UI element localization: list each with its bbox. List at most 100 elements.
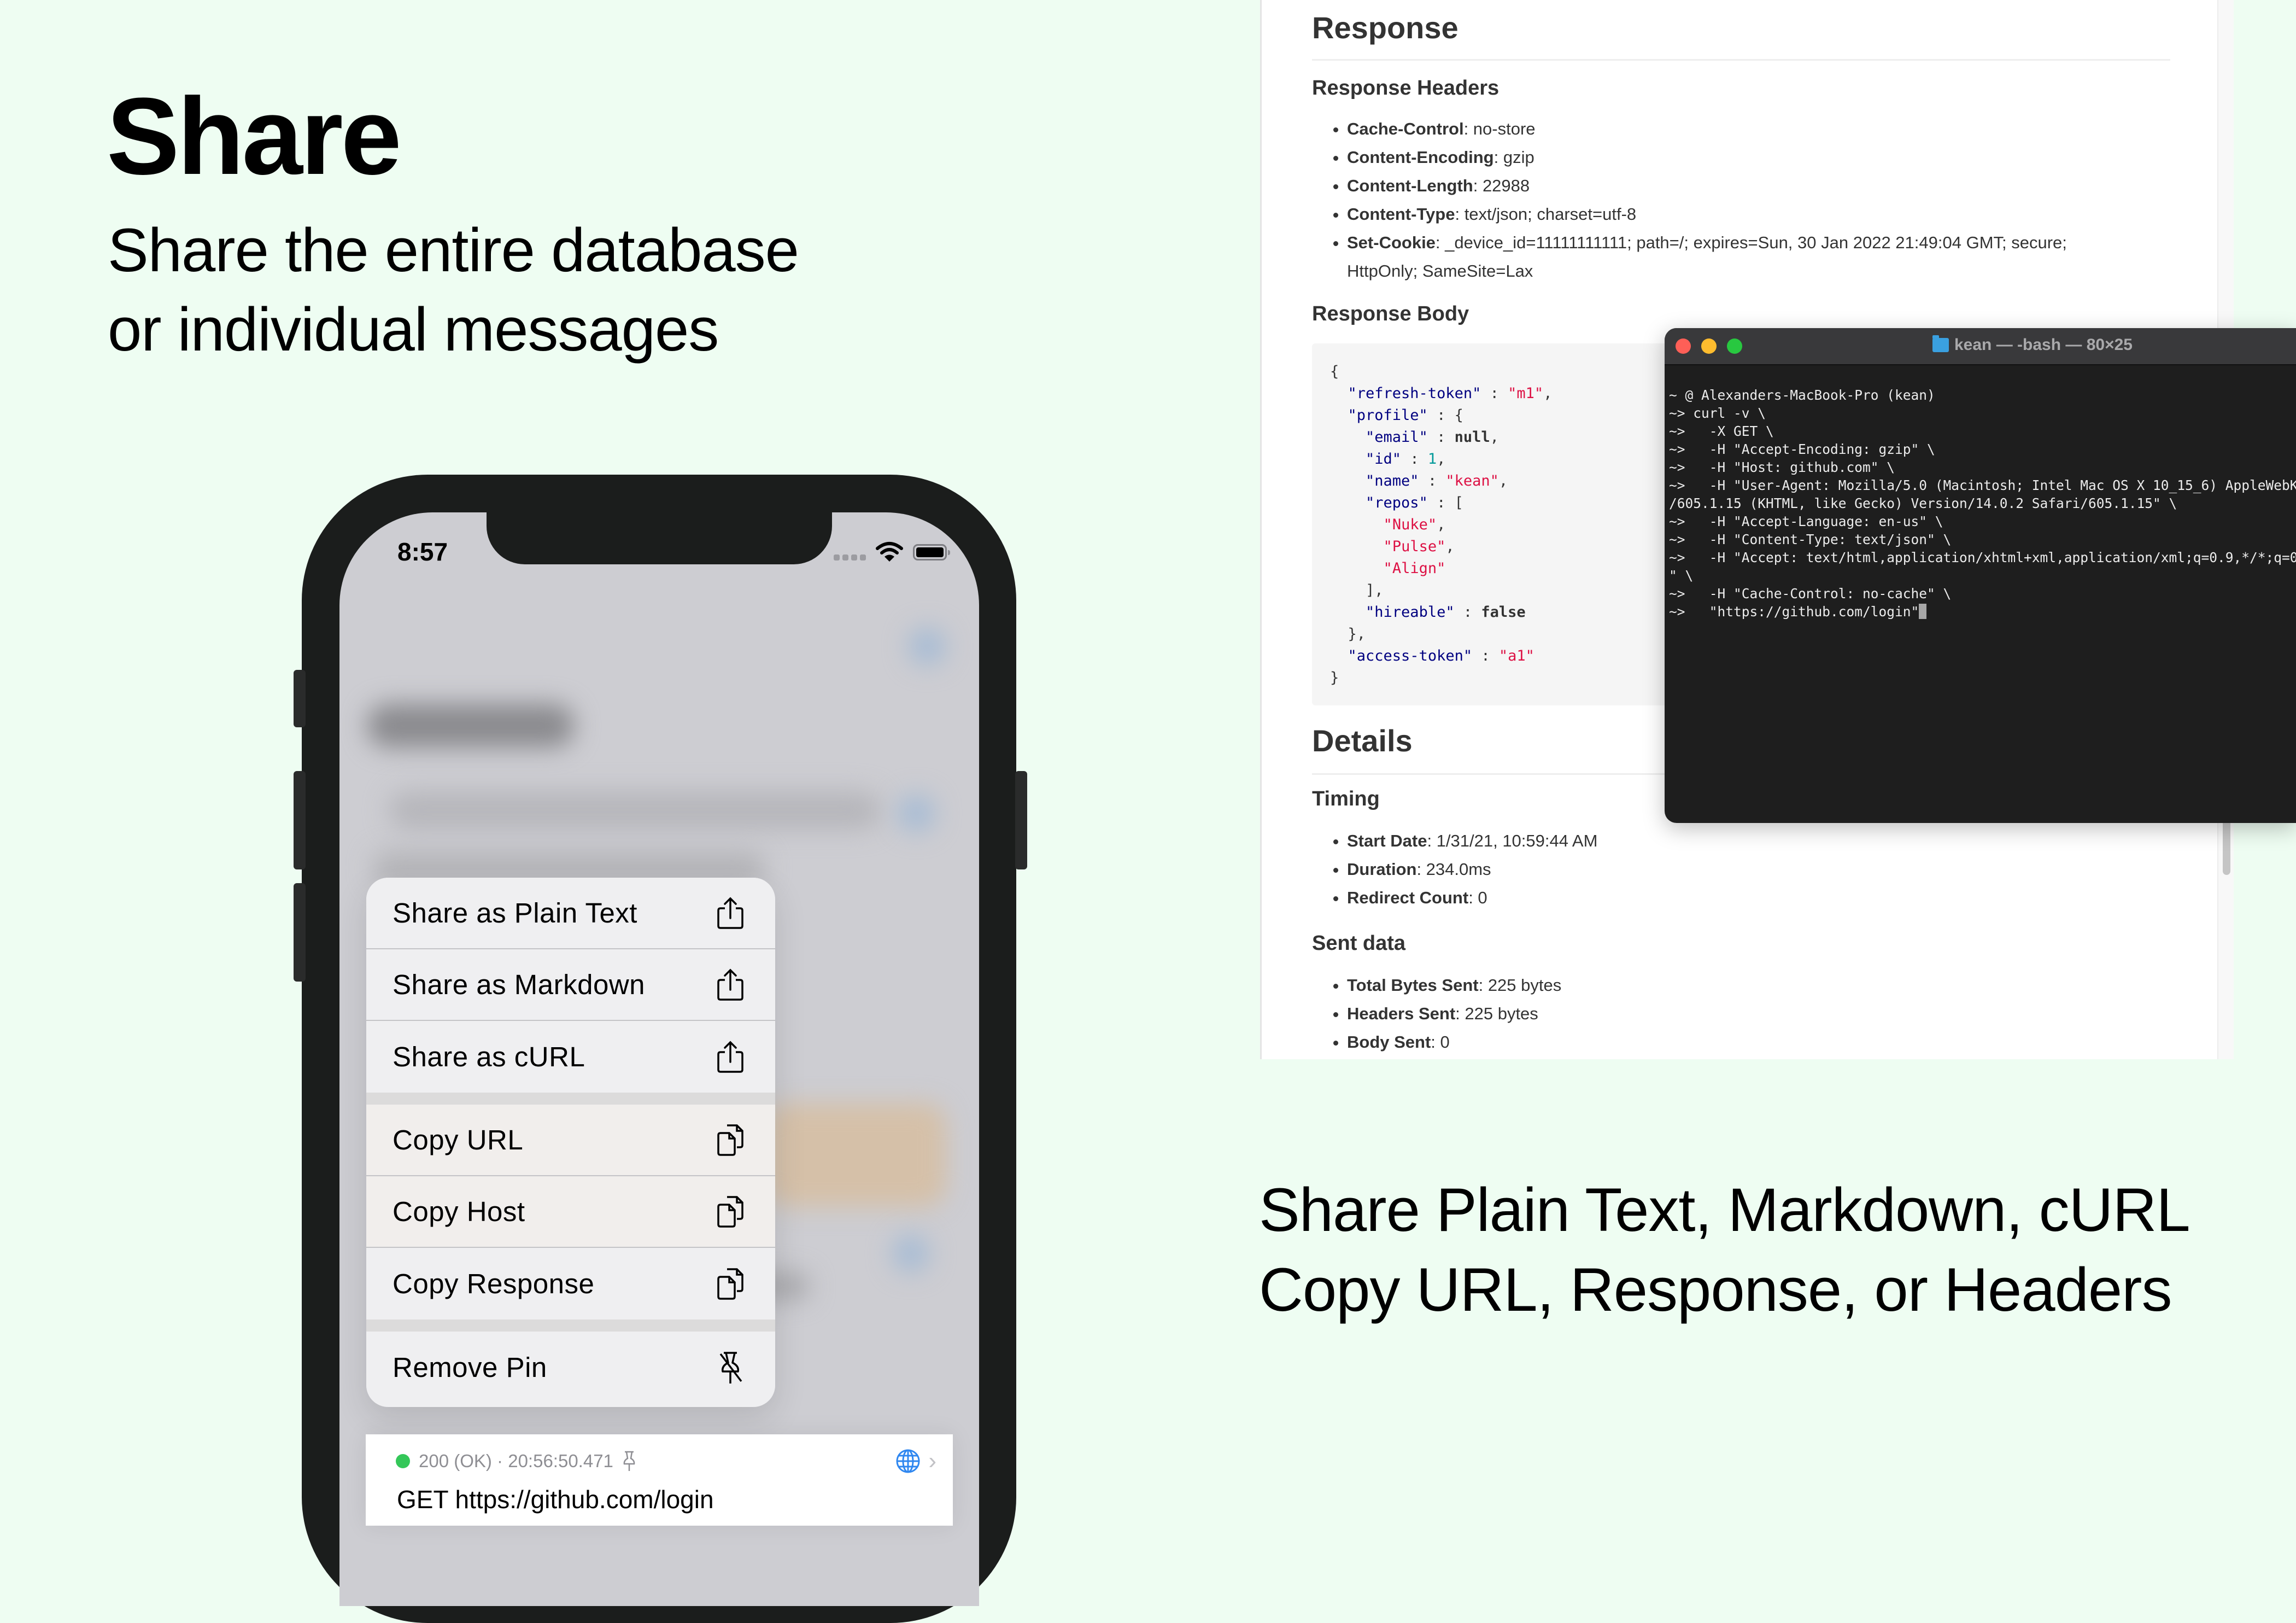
tagline: Share Plain Text, Markdown, cURL Copy UR…: [1259, 1170, 2190, 1330]
header-item: Content-Encoding: gzip: [1347, 143, 2067, 172]
menu-item-label: Copy Host: [393, 1196, 525, 1227]
details-heading: Details: [1312, 723, 1413, 758]
menu-item-copy-response[interactable]: Copy Response: [366, 1248, 775, 1320]
timing-item: Redirect Count: 0: [1347, 884, 1597, 912]
tagline-line-2: Copy URL, Response, or Headers: [1259, 1256, 2172, 1324]
menu-item-share-markdown[interactable]: Share as Markdown: [366, 949, 775, 1021]
status-time: 8:57: [397, 538, 448, 566]
terminal-titlebar: kean — -bash — 80×25: [1665, 328, 2296, 365]
menu-item-label: Share as Plain Text: [393, 897, 637, 929]
share-icon: [717, 897, 743, 929]
menu-item-label: Share as Markdown: [393, 969, 646, 1000]
sent-item: Body Sent: 0: [1347, 1028, 1561, 1056]
mute-switch: [294, 670, 306, 727]
sent-data-heading: Sent data: [1312, 932, 1406, 955]
battery-icon: [913, 544, 950, 561]
terminal-line: ~> -H "Cache-Control: no-cache" \: [1669, 586, 1952, 602]
response-body-code: { "refresh-token" : "m1", "profile" : { …: [1312, 343, 1695, 705]
sent-data-list: Total Bytes Sent: 225 bytes Headers Sent…: [1312, 971, 1561, 1056]
blurred-search-bar: [389, 791, 881, 830]
volume-down-button: [294, 883, 306, 982]
menu-item-share-curl[interactable]: Share as cURL: [366, 1021, 775, 1093]
blurred-icon: [892, 1234, 930, 1272]
timing-item: Start Date: 1/31/21, 10:59:44 AM: [1347, 827, 1597, 855]
terminal-line: ~> -X GET \: [1669, 423, 1774, 439]
menu-group-separator: [366, 1093, 775, 1105]
timing-heading: Timing: [1312, 787, 1380, 810]
terminal-window: kean — -bash — 80×25 ~ @ Alexanders-MacB…: [1665, 328, 2296, 823]
menu-item-label: Copy Response: [393, 1268, 595, 1299]
share-icon: [717, 968, 743, 1001]
volume-up-button: [294, 771, 306, 869]
zoom-button[interactable]: [1727, 338, 1742, 354]
menu-group-separator: [366, 1320, 775, 1332]
response-headers-list: Cache-Control: no-store Content-Encoding…: [1312, 115, 2067, 285]
header-item: Cache-Control: no-store: [1347, 115, 2067, 143]
menu-item-label: Copy URL: [393, 1124, 524, 1155]
menu-item-share-plain-text[interactable]: Share as Plain Text: [366, 878, 775, 949]
menu-item-label: Share as cURL: [393, 1041, 585, 1072]
terminal-cursor: [1919, 604, 1927, 619]
terminal-line: ~> curl -v \: [1669, 405, 1766, 421]
terminal-line: ~> -H "Content-Type: text/json" \: [1669, 532, 1952, 547]
terminal-line: ~ @ Alexanders-MacBook-Pro (kean): [1669, 387, 1935, 403]
terminal-output[interactable]: ~ @ Alexanders-MacBook-Pro (kean) ~> curl…: [1665, 365, 2296, 621]
terminal-line: ~> -H "Accept: text/html,application/xht…: [1669, 550, 2296, 565]
headline-subtitle-line-2: or individual messages: [108, 295, 719, 364]
signal-icon: [834, 554, 866, 561]
header-item: Content-Length: 22988: [1347, 172, 2067, 200]
header-item: Set-Cookie: _device_id=11111111111; path…: [1347, 229, 2067, 285]
globe-icon: [896, 1449, 920, 1473]
terminal-line: ~> -H "Accept-Language: en-us" \: [1669, 513, 1943, 529]
blurred-filter-button: [897, 794, 935, 832]
sent-item: Headers Sent: 225 bytes: [1347, 1000, 1561, 1028]
status-dot: [396, 1454, 410, 1468]
pin-slash-icon: [719, 1351, 742, 1383]
headline-subtitle-line-1: Share the entire database: [108, 216, 799, 284]
menu-item-label: Remove Pin: [393, 1352, 547, 1383]
header-item: Content-Type: text/json; charset=utf-8: [1347, 200, 2067, 229]
terminal-line: ~> -H "Host: github.com" \: [1669, 459, 1895, 475]
terminal-line: ~> -H "User-Agent: Mozilla/5.0 (Macintos…: [1669, 477, 2296, 493]
menu-item-copy-host[interactable]: Copy Host: [366, 1176, 775, 1248]
pin-icon: [623, 1451, 635, 1471]
heading-divider: [1312, 59, 2170, 61]
headline-subtitle: Share the entire database or individual …: [108, 211, 799, 369]
power-button: [1015, 771, 1027, 869]
timing-item: Duration: 234.0ms: [1347, 855, 1597, 884]
response-body-heading: Response Body: [1312, 302, 1469, 325]
request-accessories: ›: [895, 1449, 936, 1474]
request-status: 200 (OK) · 20:56:50.471: [419, 1451, 613, 1471]
close-button[interactable]: [1676, 338, 1691, 354]
copy-icon: [717, 1268, 743, 1300]
menu-item-copy-url[interactable]: Copy URL: [366, 1105, 775, 1176]
request-meta: 200 (OK) · 20:56:50.471: [396, 1451, 636, 1472]
terminal-last-line: ~> "https://github.com/login": [1669, 603, 2296, 621]
refresh-token-value: "m1": [1508, 385, 1544, 402]
blurred-console-title: [367, 704, 575, 748]
response-heading: Response: [1312, 10, 1459, 45]
menu-item-remove-pin[interactable]: Remove Pin: [366, 1332, 775, 1403]
chevron-right-icon: ›: [928, 1447, 936, 1474]
headline-title: Share: [107, 75, 402, 197]
copy-icon: [717, 1124, 743, 1156]
response-headers-heading: Response Headers: [1312, 77, 1500, 100]
terminal-line: " \: [1669, 568, 1694, 583]
timing-list: Start Date: 1/31/21, 10:59:44 AM Duratio…: [1312, 827, 1597, 912]
tagline-line-1: Share Plain Text, Markdown, cURL: [1259, 1176, 2190, 1244]
terminal-line: ~> -H "Accept-Encoding: gzip" \: [1669, 441, 1935, 457]
folder-icon: [1932, 335, 1949, 352]
status-icons: [834, 541, 950, 563]
request-row[interactable]: 200 (OK) · 20:56:50.471 GET https://gith…: [366, 1434, 953, 1526]
terminal-line: /605.1.15 (KHTML, like Gecko) Version/14…: [1669, 495, 2177, 511]
blurred-nav-button: [908, 627, 946, 665]
terminal-line: ~> "https://github.com/login": [1669, 604, 1919, 620]
minimize-button[interactable]: [1701, 338, 1717, 354]
terminal-title: kean — -bash — 80×25: [1932, 335, 2133, 354]
copy-icon: [717, 1195, 743, 1228]
context-menu: Share as Plain Text Share as Markdown Sh…: [366, 878, 775, 1407]
blurred-warning-row: [766, 1103, 946, 1207]
phone-notch: [487, 506, 832, 564]
sent-item: Total Bytes Sent: 225 bytes: [1347, 971, 1561, 1000]
terminal-title-text: kean — -bash — 80×25: [1954, 336, 2133, 354]
